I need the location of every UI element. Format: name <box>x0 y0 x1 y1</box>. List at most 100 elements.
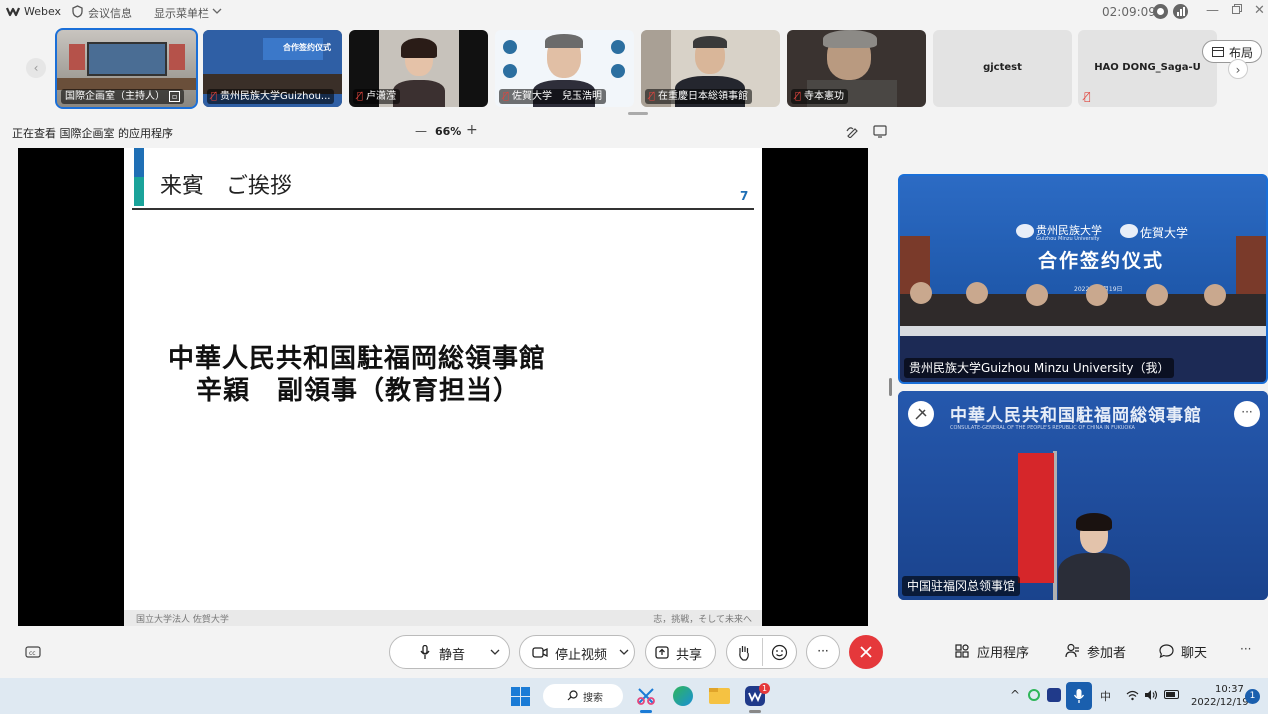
raise-hand-icon[interactable] <box>737 644 751 661</box>
shield-icon <box>72 5 83 18</box>
show-menu-bar-toggle[interactable]: 显示菜单栏 <box>154 5 209 21</box>
participant-tile[interactable]: 🎙̸ 寺本憲功 <box>787 30 926 107</box>
record-status-icon[interactable] <box>1153 4 1168 19</box>
share-label: 共享 <box>676 648 703 663</box>
popout-icon[interactable] <box>873 125 887 138</box>
participant-name: 国際企画室（主持人） <box>65 91 165 102</box>
participant-name: 在重慶日本総領事館 <box>658 91 749 102</box>
meeting-info-menu[interactable]: 会议信息 <box>88 5 132 21</box>
snipping-tool-icon[interactable] <box>636 686 656 706</box>
apps-button[interactable]: 应用程序 <box>977 642 1029 661</box>
search-label: 搜索 <box>583 693 603 704</box>
participant-name: 卢潇滢 <box>366 91 397 102</box>
muted-mic-icon: 🎙̸ <box>1084 90 1091 103</box>
camera-icon <box>532 647 548 658</box>
minimize-button[interactable]: — <box>1206 3 1219 18</box>
saga-logo-icon <box>1120 224 1138 238</box>
microphone-tray-icon[interactable] <box>1066 682 1092 710</box>
mute-button[interactable]: 静音 <box>389 635 510 669</box>
participant-tile[interactable]: 🎙̸ 卢潇滢 <box>349 30 488 107</box>
participants-button[interactable]: 参加者 <box>1087 642 1126 661</box>
chevron-down-icon[interactable] <box>619 649 629 656</box>
zoom-level: 66% <box>435 125 462 138</box>
annotate-icon[interactable] <box>846 125 859 138</box>
panel-resize-handle[interactable] <box>889 378 892 396</box>
participant-tile[interactable]: 国際企画室（主持人） ▫ <box>55 28 198 109</box>
svg-text:cc: cc <box>29 650 36 657</box>
stop-video-button[interactable]: 停止视频 <box>519 635 635 669</box>
file-explorer-icon[interactable] <box>709 688 730 704</box>
chevron-down-icon[interactable] <box>212 8 222 15</box>
wifi-icon[interactable] <box>1126 690 1139 701</box>
app-name: Webex <box>24 5 62 18</box>
slide-line-2: 辛穎 副領事（教育担当） <box>196 376 521 406</box>
captions-icon[interactable]: cc <box>25 646 41 659</box>
slide-accent-teal <box>134 177 144 206</box>
chat-icon <box>1159 644 1174 658</box>
banner-logo-left-sub: Guizhou Minzu University <box>1036 236 1100 242</box>
unpin-icon[interactable] <box>908 401 934 427</box>
muted-mic-icon: 🎙̸ <box>357 91 364 102</box>
consulate-video[interactable]: 中華人民共和国駐福岡総領事館 CONSULATE-GENERAL OF THE … <box>898 391 1268 600</box>
presentation-slide: 来賓 ご挨拶 7 中華人民共和国駐福岡総領事館 辛穎 副領事（教育担当） 国立大… <box>124 148 762 626</box>
battery-icon[interactable] <box>1164 690 1179 699</box>
participant-tile[interactable]: 🎙̸ 佐賀大学 兒玉浩明 <box>495 30 634 107</box>
chevron-down-icon[interactable] <box>490 649 500 656</box>
share-screen-icon: ▫ <box>169 91 181 102</box>
notification-count-badge[interactable]: 1 <box>1245 689 1260 704</box>
end-meeting-button[interactable] <box>849 635 883 669</box>
participant-tile[interactable]: 🎙̸ 在重慶日本総領事館 <box>641 30 780 107</box>
taskbar-search[interactable]: 搜索 <box>543 684 623 708</box>
participant-name: 寺本憲功 <box>804 91 845 102</box>
muted-mic-icon: 🎙̸ <box>649 91 656 102</box>
more-options-button[interactable]: ··· <box>806 635 840 669</box>
participant-tile[interactable]: 合作签约仪式 🎙̸ 贵州民族大学Guizhou... <box>203 30 342 107</box>
participant-name: 贵州民族大学Guizhou... <box>220 91 331 102</box>
strip-next-button[interactable]: › <box>1228 59 1248 79</box>
share-icon <box>655 646 669 659</box>
participant-name: gjctest <box>983 62 1022 73</box>
self-video[interactable]: 贵州民族大学 Guizhou Minzu University 佐賀大学 合作签… <box>898 174 1268 384</box>
chat-button[interactable]: 聊天 <box>1181 642 1207 661</box>
zoom-out-button[interactable]: — <box>415 124 427 138</box>
volume-icon[interactable] <box>1144 689 1158 701</box>
clock-date[interactable]: 2022/12/19 <box>1191 697 1249 708</box>
banner-title: 合作签约仪式 <box>1038 250 1165 272</box>
zoom-in-button[interactable]: + <box>466 122 478 138</box>
slide-page-number: 7 <box>740 189 749 203</box>
muted-mic-icon: 🎙̸ <box>211 91 218 102</box>
slide-header: 来賓 ご挨拶 <box>160 174 293 199</box>
running-app-indicator <box>749 710 761 713</box>
mute-label: 静音 <box>439 648 466 663</box>
tray-expand-icon[interactable]: ^ <box>1010 688 1020 702</box>
active-app-indicator <box>640 710 652 713</box>
clock-time[interactable]: 10:37 <box>1215 684 1244 695</box>
muted-mic-icon: 🎙̸ <box>795 91 802 102</box>
signal-icon[interactable] <box>1173 4 1188 19</box>
restore-button[interactable] <box>1232 4 1242 14</box>
webex-notification-badge: 1 <box>759 683 770 694</box>
splitter-handle[interactable] <box>628 112 648 115</box>
panel-more-button[interactable]: ··· <box>1240 642 1251 656</box>
edge-browser-icon[interactable] <box>673 686 693 706</box>
consulate-banner-title: 中華人民共和国駐福岡総領事館 <box>950 406 1202 426</box>
close-window-button[interactable]: ✕ <box>1254 3 1265 18</box>
title-bar: Webex 会议信息 显示菜单栏 02:09:09 — ✕ <box>0 0 1268 24</box>
stop-video-label: 停止视频 <box>555 648 608 663</box>
windows-start-icon[interactable] <box>511 687 530 706</box>
slide-accent-blue <box>134 148 144 177</box>
self-video-label: 贵州民族大学Guizhou Minzu University（我） <box>904 358 1175 378</box>
slide-divider <box>132 208 754 210</box>
participant-tile[interactable]: HAO DONG_Saga-U 🎙̸ <box>1078 30 1217 107</box>
participant-tile[interactable]: gjctest <box>933 30 1072 107</box>
video-more-button[interactable]: ··· <box>1234 401 1260 427</box>
ime-indicator[interactable]: 中 <box>1100 688 1111 704</box>
sync-icon[interactable] <box>1028 689 1040 701</box>
microphone-icon <box>420 645 430 660</box>
participant-name: 佐賀大学 兒玉浩明 <box>512 91 603 102</box>
emoji-icon[interactable] <box>771 644 788 661</box>
webex-tray-icon[interactable] <box>1047 688 1061 702</box>
muted-mic-icon: 🎙̸ <box>503 91 510 102</box>
share-button[interactable]: 共享 <box>645 635 716 669</box>
strip-prev-button[interactable]: ‹ <box>26 58 46 78</box>
